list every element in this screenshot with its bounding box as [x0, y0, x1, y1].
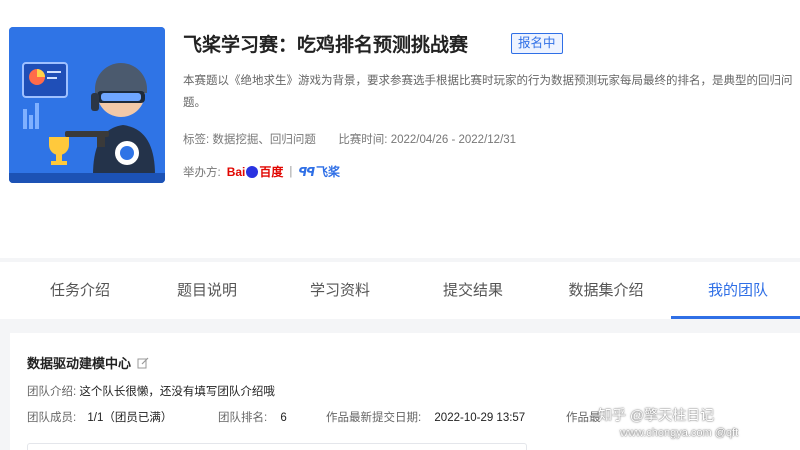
team-intro-label: 团队介绍: [27, 386, 77, 398]
organizer-row: 举办方: Bai 百度 | ꟼꟼ 飞桨 [183, 163, 340, 180]
best-work-label: 作品最 [566, 412, 601, 424]
team-rank-label: 团队排名: [218, 412, 268, 424]
latest-submit-label: 作品最新提交日期: [326, 412, 422, 424]
team-detail-panel [27, 443, 527, 450]
competition-header: 飞桨学习赛：吃鸡排名预测挑战赛 报名中 本赛题以《绝地求生》游戏为背景，要求参赛… [0, 0, 800, 258]
zhihu-watermark: 知乎 @擎天柱日记 [598, 407, 715, 423]
time-label: 比赛时间: [338, 134, 388, 146]
competition-description: 本赛题以《绝地求生》游戏为背景，要求参赛选手根据比赛时玩家的行为数据预测玩家每局… [183, 75, 793, 109]
baidu-paw-icon [246, 165, 259, 178]
active-tab-indicator [671, 316, 800, 319]
competition-banner-image [9, 27, 165, 183]
organizer-label: 举办方: [183, 166, 221, 179]
time-range: 2022/04/26 - 2022/12/31 [390, 134, 517, 146]
paddle-mark-icon: ꟼꟼ [298, 164, 315, 179]
tags-value: 数据挖掘、回归问题 [212, 134, 316, 146]
team-members-row: 团队成员: 1/1（团员已满） [27, 409, 172, 425]
competition-tabs: 任务介绍 题目说明 学习资料 提交结果 数据集介绍 我的团队 [0, 262, 800, 319]
team-rank-row: 团队排名: 6 [218, 409, 287, 425]
team-members-value: 1/1（团员已满） [87, 412, 173, 424]
tags-label: 标签: [183, 134, 210, 146]
team-intro-value: 这个队长很懒，还没有填写团队介绍哦 [79, 386, 275, 398]
latest-submit-row: 作品最新提交日期: 2022-10-29 13:57 [326, 409, 525, 425]
baidu-logo: Bai 百度 [226, 164, 284, 180]
team-intro-row: 团队介绍: 这个队长很懒，还没有填写团队介绍哦 [27, 383, 275, 399]
team-rank-value: 6 [280, 412, 287, 424]
team-name-row: 数据驱动建模中心 [27, 353, 149, 372]
competition-meta: 标签: 数据挖掘、回归问题 比赛时间: 2022/04/26 - 2022/12… [183, 131, 516, 147]
edit-icon[interactable] [137, 357, 149, 369]
team-name: 数据驱动建模中心 [27, 356, 132, 371]
pubg-player-illustration [9, 27, 165, 183]
site-watermark: www.chongya.com @qft [620, 427, 739, 439]
paddlepaddle-logo: ꟼꟼ 飞桨 [298, 164, 341, 180]
best-work-row: 作品最 [566, 409, 601, 425]
registration-status-badge[interactable]: 报名中 [511, 33, 563, 54]
team-members-label: 团队成员: [27, 412, 77, 424]
organizer-separator: | [289, 165, 293, 178]
tab-my-team[interactable]: 我的团队 [658, 262, 800, 319]
competition-title: 飞桨学习赛：吃鸡排名预测挑战赛 [183, 35, 469, 56]
latest-submit-value: 2022-10-29 13:57 [434, 412, 526, 424]
